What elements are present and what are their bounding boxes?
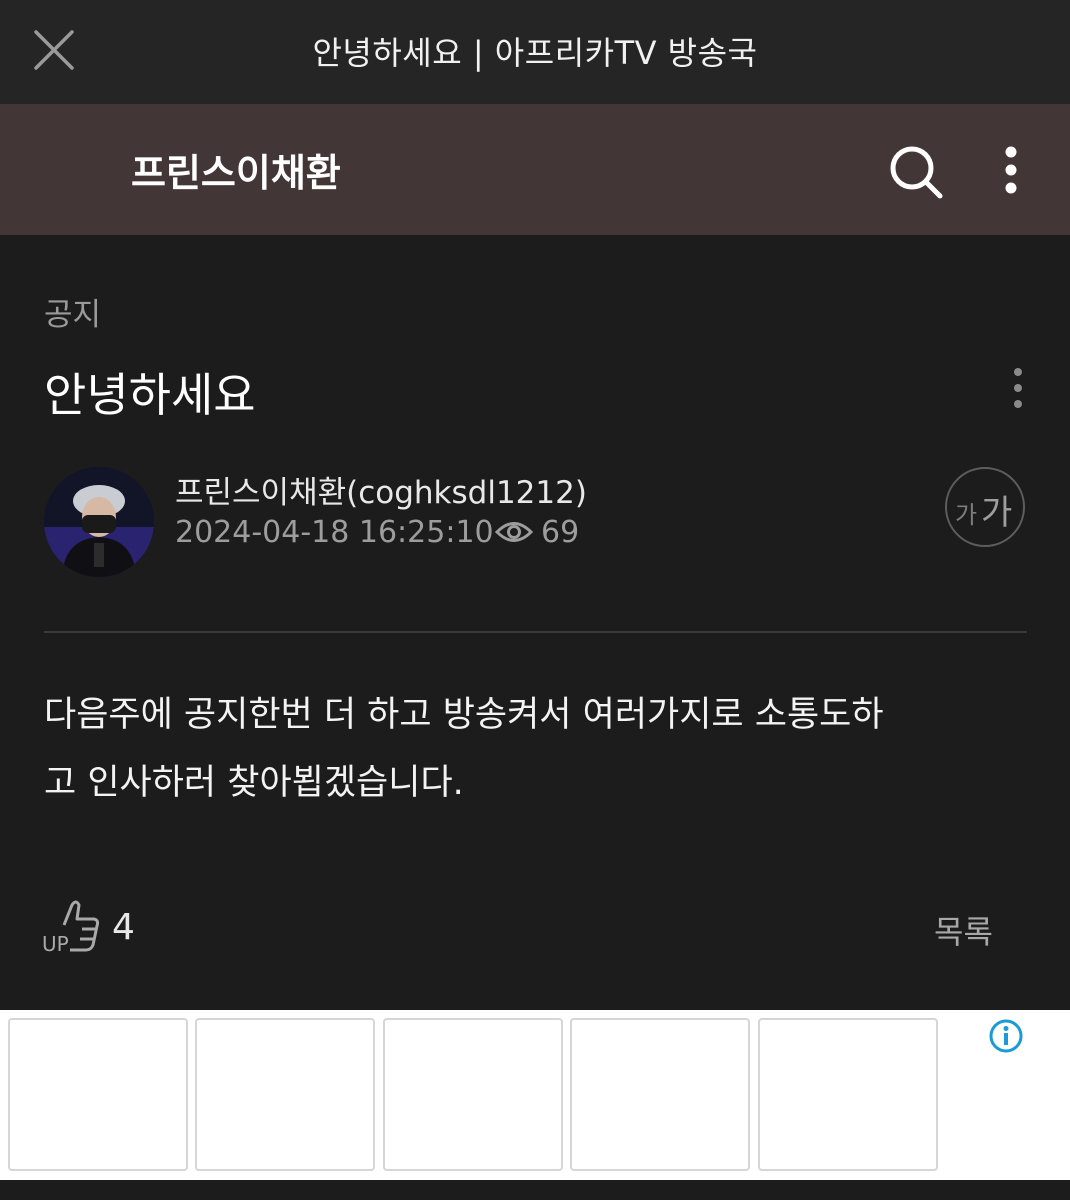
like-count: 4 (112, 907, 135, 948)
post-body-line: 다음주에 공지한번 더 하고 방송켜서 여러가지로 소통도하 (44, 695, 884, 735)
font-size-big-label: 가 (981, 493, 1013, 533)
eye-icon (494, 517, 534, 547)
ad-info-button[interactable] (988, 1018, 1024, 1054)
search-button[interactable] (886, 142, 946, 202)
post-category: 공지 (44, 297, 102, 333)
post-body: 다음주에 공지한번 더 하고 방송켜서 여러가지로 소통도하 고 인사하러 찾아… (44, 681, 1029, 817)
window-title: 안녕하세요 | 아프리카TV 방송국 (312, 34, 758, 72)
more-vertical-icon (1014, 368, 1022, 408)
ad-slot[interactable] (195, 1018, 375, 1171)
avatar-image (44, 467, 154, 577)
post-title: 안녕하세요 (44, 368, 256, 422)
channel-name: 프린스이채환 (131, 151, 341, 195)
ad-banner[interactable] (0, 1010, 1070, 1180)
post-more-button[interactable] (1008, 367, 1028, 409)
post-body-line: 고 인사하러 찾아뵙겠습니다. (44, 763, 464, 803)
thumbs-up-icon: UP (42, 900, 100, 956)
like-label: UP (42, 932, 69, 955)
search-icon (890, 146, 943, 199)
ad-slot[interactable] (758, 1018, 938, 1171)
more-vertical-icon (1005, 146, 1017, 194)
ad-slot[interactable] (383, 1018, 563, 1171)
channel-header: 프린스이채환 (0, 104, 1070, 289)
like-button[interactable]: UP (42, 895, 102, 956)
font-size-button[interactable]: 가 가 (945, 467, 1025, 547)
page: 안녕하세요 | 아프리카TV 방송국 프린스이채환 공지 안녕하세요 프린스이채… (0, 0, 1070, 1200)
list-button[interactable]: 목록 (934, 907, 993, 953)
bottom-strip (0, 1180, 1070, 1200)
browser-top-bar: 안녕하세요 | 아프리카TV 방송국 (0, 0, 1070, 104)
post-datetime: 2024-04-18 16:25:10 (175, 515, 494, 550)
divider (44, 631, 1027, 633)
ad-slot[interactable] (8, 1018, 188, 1171)
author-name[interactable]: 프린스이채환(coghksdl1212) (175, 467, 587, 512)
post-container: 공지 안녕하세요 프린스이채환(coghksdl1212) 2024-04-18… (0, 235, 1070, 1010)
view-count: 69 (541, 515, 580, 550)
more-options-button[interactable] (995, 144, 1027, 196)
author-avatar[interactable] (44, 467, 154, 577)
font-size-small-label: 가 (955, 501, 978, 529)
info-icon (989, 1019, 1023, 1053)
ad-slot[interactable] (570, 1018, 750, 1171)
